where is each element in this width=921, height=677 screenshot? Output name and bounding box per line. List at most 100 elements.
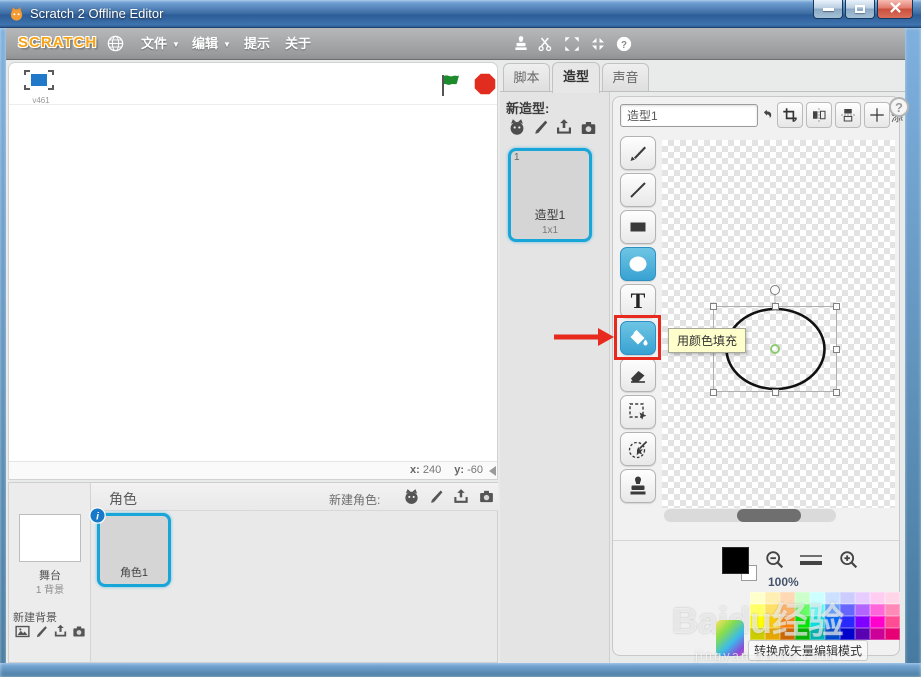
paint-sprite-icon[interactable] <box>429 487 446 511</box>
flip-horizontal-button[interactable] <box>806 102 832 128</box>
delete-scissors-icon[interactable] <box>537 35 555 58</box>
presentation-mode-button[interactable]: v461 <box>23 69 59 105</box>
menu-file[interactable]: 文件 <box>138 34 183 54</box>
tool-line[interactable] <box>620 173 656 207</box>
flip-vertical-button[interactable] <box>835 102 861 128</box>
camera-backdrop-icon[interactable] <box>71 624 87 644</box>
resize-handle-s[interactable] <box>772 389 779 396</box>
palette-swatch[interactable] <box>810 592 825 604</box>
palette-swatch[interactable] <box>840 592 855 604</box>
undo-icon[interactable] <box>761 107 775 126</box>
maximize-button[interactable] <box>845 0 875 19</box>
costume-from-library-icon[interactable] <box>506 116 528 143</box>
tool-magic-wand[interactable] <box>620 432 656 466</box>
center-handle[interactable] <box>770 344 780 354</box>
palette-swatch[interactable] <box>825 616 840 628</box>
palette-swatch[interactable] <box>765 628 780 640</box>
palette-swatch[interactable] <box>870 592 885 604</box>
menu-edit[interactable]: 编辑 <box>189 34 234 54</box>
palette-swatch[interactable] <box>885 628 900 640</box>
tool-select[interactable] <box>620 395 656 429</box>
palette-swatch[interactable] <box>825 592 840 604</box>
palette-swatch[interactable] <box>780 616 795 628</box>
palette-swatch[interactable] <box>780 628 795 640</box>
menu-tips[interactable]: 提示 <box>241 34 273 54</box>
paint-backdrop-icon[interactable] <box>35 623 50 645</box>
paint-help-icon[interactable] <box>889 97 909 117</box>
title-bar[interactable]: Scratch 2 Offline Editor <box>0 0 921 28</box>
palette-swatch[interactable] <box>885 604 900 616</box>
upload-backdrop-icon[interactable] <box>52 623 69 645</box>
palette-swatch[interactable] <box>750 604 765 616</box>
costume-name-input[interactable] <box>620 104 758 127</box>
crop-button[interactable] <box>777 102 803 128</box>
tab-sounds[interactable]: 声音 <box>602 63 649 92</box>
palette-swatch[interactable] <box>870 628 885 640</box>
palette-swatch[interactable] <box>765 592 780 604</box>
set-costume-center-button[interactable] <box>864 102 890 128</box>
palette-swatch[interactable] <box>795 592 810 604</box>
palette-swatch[interactable] <box>750 592 765 604</box>
tool-text[interactable]: T <box>620 284 656 318</box>
upload-sprite-icon[interactable] <box>451 487 471 512</box>
small-stage-toggle-icon[interactable] <box>489 466 496 476</box>
minimize-button[interactable] <box>813 0 843 19</box>
upload-costume-icon[interactable] <box>553 117 575 143</box>
language-globe-icon[interactable] <box>106 34 125 58</box>
palette-swatch[interactable] <box>795 604 810 616</box>
palette-swatch[interactable] <box>810 628 825 640</box>
palette-swatch[interactable] <box>780 604 795 616</box>
palette-swatch[interactable] <box>840 604 855 616</box>
block-help-icon[interactable]: ? <box>615 35 633 58</box>
palette-swatch[interactable] <box>765 604 780 616</box>
camera-costume-icon[interactable] <box>578 119 599 142</box>
sprite-from-library-icon[interactable] <box>401 486 422 512</box>
resize-handle-se[interactable] <box>833 389 840 396</box>
palette-swatch[interactable] <box>795 628 810 640</box>
duplicate-stamp-icon[interactable] <box>512 35 530 58</box>
menu-about[interactable]: 关于 <box>282 34 314 54</box>
palette-swatch[interactable] <box>750 628 765 640</box>
stop-sign-icon[interactable] <box>472 71 498 102</box>
resize-handle-nw[interactable] <box>710 303 717 310</box>
close-button[interactable] <box>877 0 913 19</box>
green-flag-icon[interactable] <box>438 72 464 103</box>
tab-scripts[interactable]: 脚本 <box>503 63 550 92</box>
palette-swatch[interactable] <box>795 616 810 628</box>
tab-costumes[interactable]: 造型 <box>552 62 600 93</box>
palette-swatch[interactable] <box>855 616 870 628</box>
palette-swatch[interactable] <box>825 604 840 616</box>
palette-swatch[interactable] <box>870 616 885 628</box>
current-color-swatch[interactable] <box>722 547 749 574</box>
palette-swatch[interactable] <box>840 616 855 628</box>
grow-sprite-icon[interactable] <box>563 35 581 58</box>
palette-swatch[interactable] <box>765 616 780 628</box>
palette-swatch[interactable] <box>810 616 825 628</box>
stage-thumbnail[interactable] <box>19 514 81 562</box>
tool-rectangle[interactable] <box>620 210 656 244</box>
tool-brush[interactable] <box>620 136 656 170</box>
stage-area[interactable]: v461 x: 240 y: -60 <box>8 62 498 480</box>
resize-handle-ne[interactable] <box>833 303 840 310</box>
brush-size-icon[interactable] <box>798 552 824 573</box>
zoom-out-icon[interactable] <box>764 549 786 576</box>
shrink-sprite-icon[interactable] <box>589 35 607 58</box>
palette-swatch[interactable] <box>840 628 855 640</box>
tool-stamp[interactable] <box>620 469 656 503</box>
stage-column[interactable]: 舞台 1 背景 新建背景 <box>9 483 91 662</box>
tool-eraser[interactable] <box>620 358 656 392</box>
palette-swatch[interactable] <box>855 604 870 616</box>
palette-swatch[interactable] <box>885 616 900 628</box>
paint-costume-icon[interactable] <box>533 117 551 142</box>
rotation-handle[interactable] <box>770 285 780 295</box>
palette-swatch[interactable] <box>750 616 765 628</box>
zoom-in-icon[interactable] <box>838 549 860 576</box>
palette-swatch[interactable] <box>810 604 825 616</box>
scrollbar-thumb[interactable] <box>737 509 801 522</box>
tool-ellipse[interactable] <box>620 247 656 281</box>
camera-sprite-icon[interactable] <box>477 488 496 510</box>
resize-handle-sw[interactable] <box>710 389 717 396</box>
palette-swatch[interactable] <box>885 592 900 604</box>
canvas-horizontal-scrollbar[interactable] <box>664 509 836 522</box>
palette-swatch[interactable] <box>825 628 840 640</box>
